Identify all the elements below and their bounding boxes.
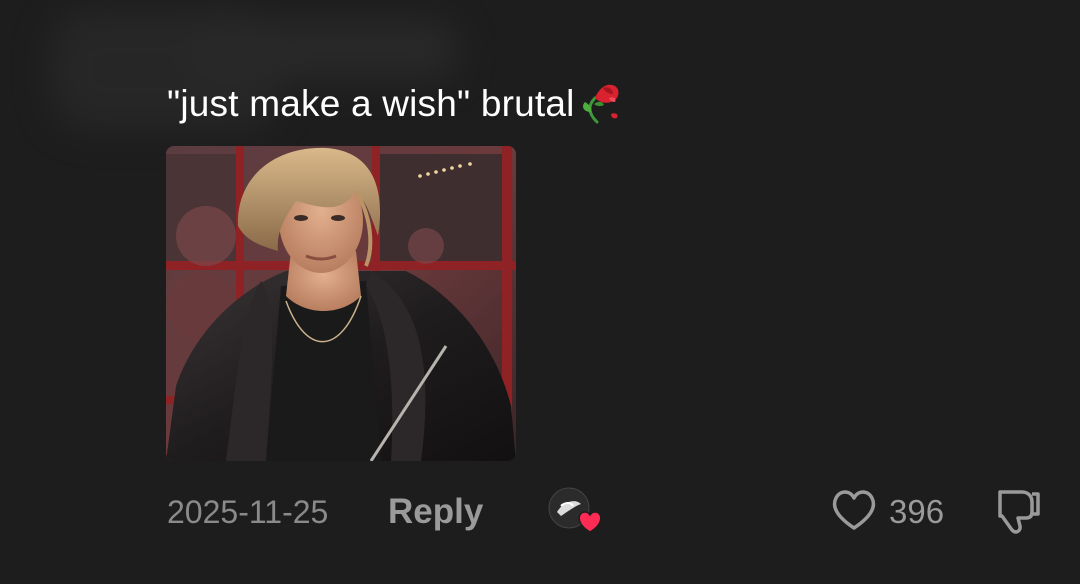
creator-avatar-heart-icon	[548, 487, 602, 533]
photo-image	[166, 146, 516, 461]
comment-footer: 2025-11-25 Reply 396	[0, 486, 1080, 538]
reply-button[interactable]: Reply	[388, 492, 483, 532]
like-count: 396	[889, 493, 945, 530]
thumbs-down-outline-icon[interactable]	[992, 486, 1042, 536]
photo-attachment[interactable]	[166, 146, 516, 461]
wilted-rose-icon	[582, 84, 619, 124]
heart-outline-icon[interactable]	[830, 488, 878, 532]
comment-timestamp: 2025-11-25	[167, 494, 329, 530]
comment-screen: "just make a wish" brutal 2025-11-25 Rep…	[0, 0, 1080, 584]
comment-text-row: "just make a wish" brutal	[167, 78, 625, 124]
comment-text: "just make a wish" brutal	[167, 83, 575, 124]
